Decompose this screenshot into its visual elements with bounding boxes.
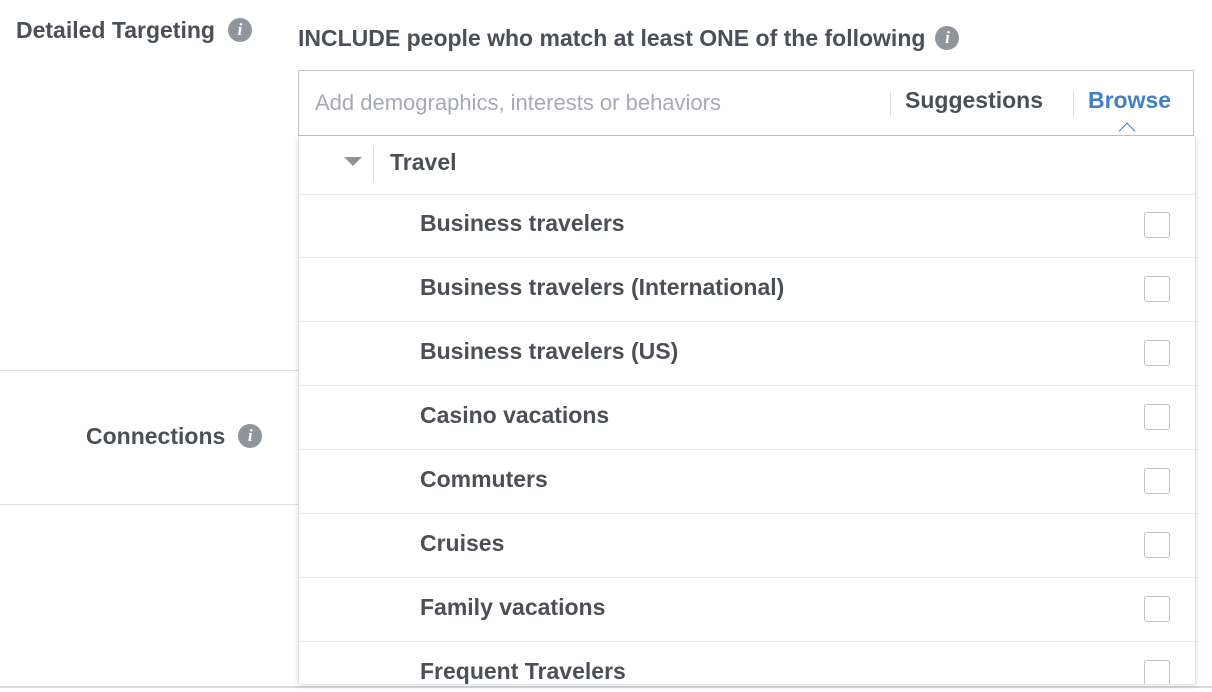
section-divider: [0, 686, 1212, 688]
list-item-label: Business travelers (US): [420, 338, 679, 364]
list-item-label: Business travelers (International): [420, 274, 785, 300]
section-divider: [0, 504, 298, 505]
item-checkbox[interactable]: [1144, 532, 1170, 558]
item-checkbox[interactable]: [1144, 404, 1170, 430]
triangle-down-icon[interactable]: [344, 157, 362, 166]
list-item[interactable]: Business travelers (US): [299, 322, 1195, 386]
item-checkbox[interactable]: [1144, 340, 1170, 366]
info-icon[interactable]: i: [227, 18, 252, 42]
include-header-text: INCLUDE people who match at least ONE of…: [298, 24, 926, 51]
list-item[interactable]: Cruises: [299, 514, 1195, 578]
detailed-targeting-text: Detailed Targeting: [16, 16, 215, 43]
list-item-label: Commuters: [420, 466, 548, 492]
info-icon[interactable]: i: [935, 26, 960, 50]
list-item[interactable]: Business travelers (International): [299, 258, 1195, 322]
list-item-label: Family vacations: [420, 594, 606, 620]
detailed-targeting-label: Detailed Targeting i: [16, 16, 252, 44]
list-item-label: Business travelers: [420, 210, 625, 236]
list-item-label: Frequent Travelers: [420, 658, 626, 684]
item-checkbox[interactable]: [1144, 596, 1170, 622]
include-header: INCLUDE people who match at least ONE of…: [298, 24, 960, 52]
targeting-search-box: Suggestions Browse: [298, 70, 1194, 140]
item-checkbox[interactable]: [1144, 660, 1170, 684]
category-label: Travel: [390, 149, 457, 175]
category-row-travel[interactable]: Travel: [299, 136, 1195, 195]
category-separator: [373, 146, 374, 182]
search-box-separator: [890, 91, 891, 117]
list-item[interactable]: Family vacations: [299, 578, 1195, 642]
list-item-label: Casino vacations: [420, 402, 610, 428]
section-divider: [0, 370, 298, 371]
search-box-separator: [1073, 91, 1074, 117]
item-checkbox[interactable]: [1144, 276, 1170, 302]
list-item[interactable]: Business travelers: [299, 194, 1195, 258]
list-item[interactable]: Frequent Travelers: [299, 642, 1195, 684]
info-icon[interactable]: i: [238, 424, 263, 448]
item-checkbox[interactable]: [1144, 212, 1170, 238]
browse-dropdown: Travel Business travelers Business trave…: [298, 136, 1196, 684]
list-item[interactable]: Commuters: [299, 450, 1195, 514]
item-checkbox[interactable]: [1144, 468, 1170, 494]
targeting-search-input[interactable]: [315, 85, 875, 121]
suggestions-button[interactable]: Suggestions: [905, 87, 1043, 117]
list-item-label: Cruises: [420, 530, 505, 556]
browse-button[interactable]: Browse: [1088, 87, 1171, 117]
connections-text: Connections: [86, 422, 226, 449]
list-item[interactable]: Casino vacations: [299, 386, 1195, 450]
connections-label: Connections i: [86, 422, 263, 450]
